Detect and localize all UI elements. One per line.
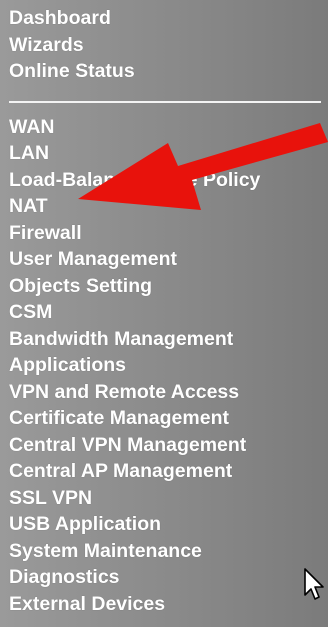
menu-item-csm[interactable]: CSM — [9, 299, 321, 326]
menu-group-main: WAN LAN Load-Balance/Route Policy NAT Fi… — [9, 114, 321, 618]
menu-item-bandwidth-management[interactable]: Bandwidth Management — [9, 326, 321, 353]
menu-item-firewall[interactable]: Firewall — [9, 220, 321, 247]
menu-item-certificate-management[interactable]: Certificate Management — [9, 405, 321, 432]
menu-item-ssl-vpn[interactable]: SSL VPN — [9, 485, 321, 512]
menu-item-external-devices[interactable]: External Devices — [9, 591, 321, 618]
menu-item-lan[interactable]: LAN — [9, 140, 321, 167]
menu-item-applications[interactable]: Applications — [9, 352, 321, 379]
menu-item-load-balance-route-policy[interactable]: Load-Balance/Route Policy — [9, 167, 321, 194]
menu-item-vpn-and-remote-access[interactable]: VPN and Remote Access — [9, 379, 321, 406]
menu-item-online-status[interactable]: Online Status — [9, 58, 321, 85]
menu-item-wan[interactable]: WAN — [9, 114, 321, 141]
menu-item-nat[interactable]: NAT — [9, 193, 321, 220]
sidebar-menu: Dashboard Wizards Online Status WAN LAN … — [9, 0, 321, 617]
menu-item-diagnostics[interactable]: Diagnostics — [9, 564, 321, 591]
menu-item-user-management[interactable]: User Management — [9, 246, 321, 273]
mouse-cursor-icon — [304, 568, 324, 600]
menu-group-top: Dashboard Wizards Online Status — [9, 5, 321, 85]
menu-item-central-vpn-management[interactable]: Central VPN Management — [9, 432, 321, 459]
menu-item-objects-setting[interactable]: Objects Setting — [9, 273, 321, 300]
menu-item-system-maintenance[interactable]: System Maintenance — [9, 538, 321, 565]
menu-item-wizards[interactable]: Wizards — [9, 32, 321, 59]
menu-item-central-ap-management[interactable]: Central AP Management — [9, 458, 321, 485]
menu-item-dashboard[interactable]: Dashboard — [9, 5, 321, 32]
menu-divider — [9, 100, 321, 103]
menu-item-usb-application[interactable]: USB Application — [9, 511, 321, 538]
